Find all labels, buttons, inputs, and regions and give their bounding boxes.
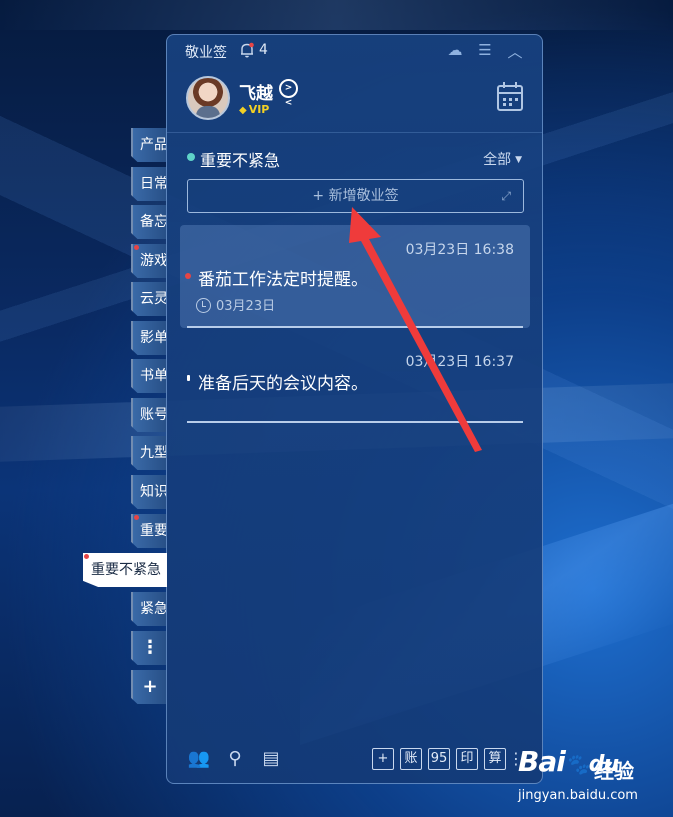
angry-face-icon: >< xyxy=(279,79,298,108)
note-text: 准备后天的会议内容。 xyxy=(198,374,368,394)
notepad-icon[interactable]: ▤ xyxy=(259,747,283,771)
expand-icon[interactable]: ⤢ xyxy=(501,180,511,212)
category-tab[interactable]: 知识 xyxy=(131,475,167,509)
caret-down-icon: ▼ xyxy=(515,155,522,165)
app-title: 敬业签 xyxy=(185,45,227,61)
category-tab[interactable]: 游戏 xyxy=(131,244,167,278)
calculator-tool-button[interactable]: 算 xyxy=(484,748,506,770)
diamond-icon: ◆ xyxy=(239,105,247,116)
note-text: 番茄工作法定时提醒。 xyxy=(198,270,368,290)
sticky-note-window: 敬业签 4 ☁ ☰ ︿ 飞越 >< ◆ VIP 重要不紧急 全部 ▼ + 新增敬业签… xyxy=(166,34,543,784)
category-tab-active[interactable]: 重要不紧急 xyxy=(83,553,167,587)
category-tab[interactable]: 账号 xyxy=(131,398,167,432)
user-profile: 飞越 >< ◆ VIP xyxy=(167,71,542,133)
bottom-toolbar: 👥 ⚲ ▤ + 账 95 印 算 ⋮ xyxy=(167,737,542,783)
baidu-jingyan-watermark: Bai🐾du 经验 jingyan.baidu.com xyxy=(510,740,670,810)
wallpaper-light-beam xyxy=(0,0,673,30)
category-tab[interactable]: 书单 xyxy=(131,359,167,393)
add-category-button[interactable]: + xyxy=(131,670,167,704)
category-title: 重要不紧急 xyxy=(200,151,281,170)
more-categories-button[interactable]: ⋮ xyxy=(131,631,167,665)
category-tab[interactable]: 重要 xyxy=(131,514,167,548)
notification-count: 4 xyxy=(259,42,268,58)
new-note-button[interactable]: + 新增敬业签 ⤢ xyxy=(187,179,524,213)
avatar[interactable] xyxy=(186,76,230,120)
filter-dropdown[interactable]: 全部 ▼ xyxy=(483,149,522,169)
watermark-cn: 经验 xyxy=(594,759,634,783)
category-tab[interactable]: 备忘 xyxy=(131,205,167,239)
flag-dot xyxy=(84,554,89,559)
category-tab[interactable]: 九型 xyxy=(131,436,167,470)
search-icon[interactable]: ⚲ xyxy=(223,747,247,771)
watermark-url: jingyan.baidu.com xyxy=(518,788,638,803)
note-divider xyxy=(187,421,523,423)
vip-badge: ◆ VIP xyxy=(239,103,270,116)
note-item[interactable]: 03月23日 16:37 准备后天的会议内容。 xyxy=(180,337,530,423)
title-bar: 敬业签 4 ☁ ☰ ︿ xyxy=(167,35,542,65)
category-tab[interactable]: 云灵 xyxy=(131,282,167,316)
category-color-dot xyxy=(187,153,195,161)
note-timestamp: 03月23日 16:38 xyxy=(405,242,514,258)
collapse-chevron-icon[interactable]: ︿ xyxy=(506,41,524,62)
flag-dot xyxy=(134,515,139,520)
flag-dot xyxy=(134,245,139,250)
category-tab[interactable]: 紧急 xyxy=(131,592,167,626)
code-95-tool-button[interactable]: 95 xyxy=(428,748,450,770)
contacts-icon[interactable]: 👥 xyxy=(187,747,211,771)
reminder-marker xyxy=(185,273,191,279)
category-header: 重要不紧急 全部 ▼ xyxy=(167,145,542,171)
category-tab[interactable]: 日常 xyxy=(131,167,167,201)
account-tool-button[interactable]: 账 xyxy=(400,748,422,770)
category-tab[interactable]: 影单 xyxy=(131,321,167,355)
bell-icon[interactable] xyxy=(239,42,255,58)
note-item[interactable]: 03月23日 16:38 番茄工作法定时提醒。 03月23日 xyxy=(180,225,530,328)
reminder-date: 03月23日 xyxy=(196,295,275,314)
print-tool-button[interactable]: 印 xyxy=(456,748,478,770)
note-divider xyxy=(187,326,523,328)
note-timestamp: 03月23日 16:37 xyxy=(405,354,514,370)
add-tool-button[interactable]: + xyxy=(372,748,394,770)
clock-icon xyxy=(196,298,211,313)
cloud-sync-icon[interactable]: ☁ xyxy=(446,41,464,62)
username: 飞越 xyxy=(239,84,273,104)
calendar-icon[interactable] xyxy=(497,82,523,111)
menu-icon[interactable]: ☰ xyxy=(476,41,494,62)
category-tab[interactable]: 产品 xyxy=(131,128,167,162)
note-marker xyxy=(187,375,190,381)
